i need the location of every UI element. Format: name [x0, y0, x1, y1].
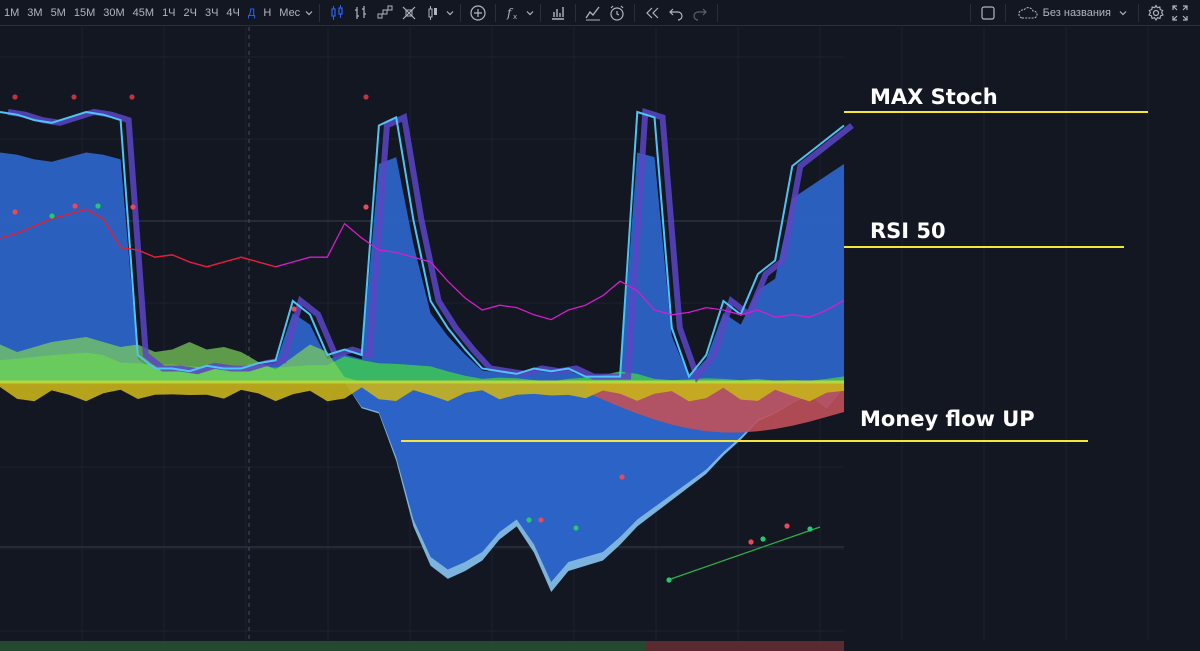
interval-6[interactable]: 1Ч — [158, 0, 179, 26]
fullscreen-icon[interactable] — [1168, 1, 1192, 25]
chevron-down-icon[interactable] — [525, 1, 535, 25]
annotation-label: RSI 50 — [870, 219, 946, 243]
signal-dot — [363, 94, 369, 100]
toolbar-divider — [634, 3, 636, 22]
bottom-strip-red — [646, 641, 844, 651]
signal-dot — [619, 474, 625, 480]
formula-icon[interactable]: fx — [501, 1, 525, 25]
signal-dot — [49, 213, 55, 219]
chevron-down-icon[interactable] — [445, 1, 455, 25]
signal-dot — [71, 94, 77, 100]
signal-dot — [538, 517, 544, 523]
bars-icon[interactable] — [349, 1, 373, 25]
chart-toolbar: 1M 3M 5M 15M 30M 45M 1Ч 2Ч 3Ч 4Ч Д Н Мес fx — [0, 0, 1200, 26]
toolbar-divider — [460, 3, 462, 22]
layout-name-label: Без названия — [1042, 6, 1111, 19]
undo-icon[interactable] — [664, 1, 688, 25]
interval-1[interactable]: 3M — [23, 0, 46, 26]
interval-0[interactable]: 1M — [0, 0, 23, 26]
signal-dot — [12, 209, 18, 215]
candles-icon[interactable] — [325, 1, 349, 25]
line-chart-icon[interactable] — [581, 1, 605, 25]
indicator-series — [0, 107, 854, 592]
interval-3[interactable]: 15M — [70, 0, 99, 26]
signal-dot — [129, 94, 135, 100]
signal-dot — [95, 203, 101, 209]
annotation-label: MAX Stoch — [870, 85, 998, 109]
interval-9[interactable]: 4Ч — [222, 0, 243, 26]
signal-dot — [526, 517, 532, 523]
divergence-line — [667, 526, 821, 581]
interval-12[interactable]: Мес — [275, 0, 304, 26]
bottom-strip-green — [0, 641, 646, 651]
toolbar-divider — [319, 3, 321, 22]
annotation-max-stoch: MAX Stoch — [844, 85, 1148, 113]
toolbar-divider — [575, 3, 577, 22]
toolbar-divider — [540, 3, 542, 22]
signal-dot — [363, 204, 369, 210]
toolbar-divider — [1004, 3, 1006, 22]
interval-10[interactable]: Д — [244, 0, 259, 26]
toolbar-divider — [717, 3, 719, 22]
alert-clock-icon[interactable] — [605, 1, 629, 25]
bar-chart-icon[interactable] — [546, 1, 570, 25]
signal-dot — [130, 204, 136, 210]
square-icon[interactable] — [976, 1, 1000, 25]
right-toolbar: Без названия — [965, 0, 1200, 25]
svg-text:x: x — [513, 13, 517, 21]
signal-dot — [784, 523, 790, 529]
interval-11[interactable]: Н — [259, 0, 275, 26]
add-indicator-icon[interactable] — [466, 1, 490, 25]
signal-dot — [760, 536, 766, 542]
cloud-icon — [1018, 6, 1038, 19]
toolbar-divider — [495, 3, 497, 22]
layout-name-button[interactable]: Без названия — [1011, 6, 1133, 20]
signal-dot — [72, 203, 78, 209]
chevron-down-icon[interactable] — [304, 1, 314, 25]
gear-icon[interactable] — [1144, 1, 1168, 25]
interval-8[interactable]: 3Ч — [201, 0, 222, 26]
interval-selector: 1M 3M 5M 15M 30M 45M 1Ч 2Ч 3Ч 4Ч Д Н Мес — [0, 0, 304, 25]
signal-dot — [291, 306, 297, 312]
interval-7[interactable]: 2Ч — [180, 0, 201, 26]
redo-icon[interactable] — [688, 1, 712, 25]
toolbar-divider — [969, 3, 971, 22]
signal-dot — [573, 525, 579, 531]
signal-dot — [12, 94, 18, 100]
hollow-candles-icon[interactable] — [397, 1, 421, 25]
interval-2[interactable]: 5M — [47, 0, 70, 26]
replay-icon[interactable] — [640, 1, 664, 25]
renko-icon[interactable] — [373, 1, 397, 25]
interval-5[interactable]: 45M — [129, 0, 158, 26]
signal-dot — [666, 577, 672, 583]
signal-dot — [807, 526, 813, 532]
signal-dot — [748, 539, 754, 545]
chevron-down-icon — [1119, 10, 1127, 15]
interval-4[interactable]: 30M — [99, 0, 128, 26]
line-candles-icon[interactable] — [421, 1, 445, 25]
annotation-label: Money flow UP — [860, 407, 1035, 431]
chart-area[interactable]: MAX Stoch RSI 50 Money flow UP — [0, 27, 1200, 651]
chart-canvas: MAX Stoch RSI 50 Money flow UP — [0, 27, 1149, 651]
toolbar-divider — [1138, 3, 1139, 22]
